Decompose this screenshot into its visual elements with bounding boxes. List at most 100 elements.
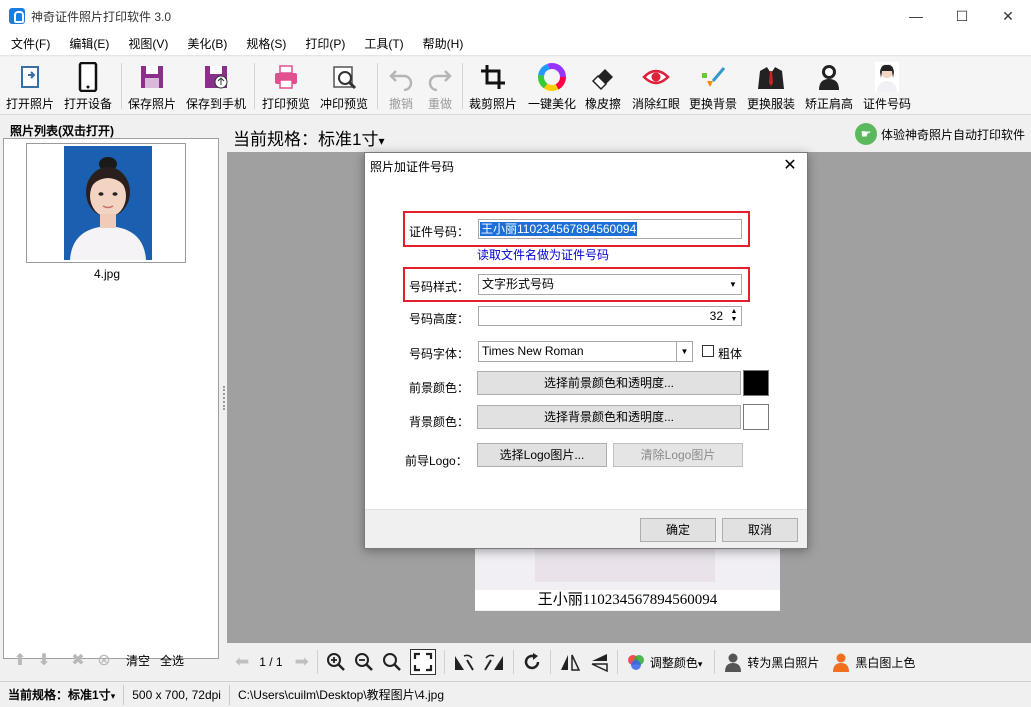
caret-down-icon: ▾ — [697, 658, 703, 669]
colorize-button[interactable]: 黑白图上色 — [855, 654, 915, 671]
caret-down-icon: ▾ — [110, 690, 116, 701]
menu-help[interactable]: 帮助(H) — [412, 35, 472, 52]
fix-shoulder-button[interactable]: 矫正肩高 — [805, 57, 853, 115]
develop-preview-icon — [329, 62, 359, 92]
ok-button[interactable]: 确定 — [640, 518, 716, 542]
number-height-spinner[interactable]: 32 ▲ ▼ — [478, 306, 742, 326]
to-bw-button[interactable]: 转为黑白照片 — [747, 654, 819, 671]
redo-button[interactable]: 重做 — [425, 57, 455, 115]
menu-tools[interactable]: 工具(T) — [353, 35, 411, 52]
thumbnail-image — [64, 146, 152, 260]
rotate-right-icon[interactable] — [483, 650, 505, 674]
save-to-phone-button[interactable]: 保存到手机 — [186, 57, 246, 115]
status-image-size: 500 x 700, 72dpi — [124, 684, 230, 705]
flip-horizontal-icon[interactable] — [559, 650, 581, 674]
background-color-swatch[interactable] — [743, 404, 769, 430]
photo-thumbnail[interactable] — [26, 143, 186, 263]
promo-link[interactable]: ☛ 体验神奇照片自动打印软件 — [854, 123, 1025, 145]
maximize-button[interactable]: ☐ — [939, 0, 985, 32]
minimize-button[interactable]: — — [893, 0, 939, 32]
zoom-out-icon[interactable] — [354, 650, 374, 674]
number-height-label: 号码高度： — [409, 312, 470, 326]
bold-label: 粗体 — [718, 347, 743, 361]
clear-button[interactable]: 清空 — [126, 652, 150, 669]
crop-button[interactable]: 裁剪照片 — [469, 57, 517, 115]
undo-button[interactable]: 撤销 — [386, 57, 416, 115]
read-filename-link[interactable]: 读取文件名做为证件号码 — [477, 246, 609, 263]
menu-beautify[interactable]: 美化(B) — [176, 35, 235, 52]
dialog-close-icon[interactable]: ✕ — [779, 155, 801, 177]
beautify-button[interactable]: 一键美化 — [528, 57, 576, 115]
menu-print[interactable]: 打印(P) — [294, 35, 353, 52]
eraser-button[interactable]: 橡皮擦 — [585, 57, 621, 115]
status-spec[interactable]: 当前规格：标准1寸▾ — [0, 684, 125, 705]
remove-icon[interactable]: ✖ — [68, 650, 88, 670]
id-number-input[interactable]: 王小丽110234567894560094 — [478, 219, 742, 239]
open-device-button[interactable]: 打开设备 — [64, 57, 112, 115]
next-page-icon[interactable]: ➡ — [295, 650, 309, 674]
zoom-actual-icon[interactable] — [382, 650, 402, 674]
dialog-title: 照片加证件号码 — [370, 160, 455, 174]
move-down-icon[interactable]: ⬇ — [34, 650, 54, 670]
menu-view[interactable]: 视图(V) — [117, 35, 176, 52]
select-logo-button[interactable]: 选择Logo图片... — [477, 443, 607, 467]
print-preview-button[interactable]: 打印预览 — [262, 57, 310, 115]
number-style-select[interactable]: 文字形式号码 ▼ — [478, 274, 742, 295]
zoom-in-icon[interactable] — [326, 650, 346, 674]
photo-list[interactable]: 4.jpg — [3, 138, 219, 659]
toolbar-separator — [377, 63, 378, 109]
toolbar-separator — [462, 63, 463, 109]
close-window-button[interactable]: ✕ — [985, 0, 1031, 32]
photo-filename: 4.jpg — [93, 267, 121, 281]
menu-bar: 文件(F) 编辑(E) 视图(V) 美化(B) 规格(S) 打印(P) 工具(T… — [0, 32, 1031, 56]
delete-icon[interactable]: ⊗ — [94, 650, 114, 670]
id-number-button[interactable]: 证件号码 — [863, 57, 911, 115]
rotate-left-icon[interactable] — [453, 650, 475, 674]
bold-checkbox[interactable] — [702, 345, 714, 357]
bw-person-icon[interactable] — [723, 650, 743, 674]
menu-edit[interactable]: 编辑(E) — [58, 35, 117, 52]
window-title: 神奇证件照片打印软件 3.0 — [31, 9, 172, 24]
window-controls: — ☐ ✕ — [893, 0, 1031, 32]
phone-icon — [73, 62, 103, 92]
number-style-label: 号码样式： — [409, 280, 470, 294]
current-spec-dropdown[interactable]: 当前规格：标准1寸▾ — [233, 125, 385, 150]
toolbar-separator — [316, 650, 318, 674]
change-clothes-button[interactable]: 更换服装 — [747, 57, 795, 115]
clear-logo-button[interactable]: 清除Logo图片 — [613, 443, 743, 467]
foreground-color-swatch[interactable] — [743, 370, 769, 396]
save-to-phone-icon — [201, 62, 231, 92]
change-background-button[interactable]: 更换背景 — [689, 57, 737, 115]
toolbar-separator — [121, 63, 122, 109]
eye-icon — [641, 62, 671, 92]
background-color-label: 背景颜色： — [409, 415, 470, 429]
save-icon — [137, 62, 167, 92]
save-photo-button[interactable]: 保存照片 — [128, 57, 176, 115]
select-all-button[interactable]: 全选 — [160, 652, 184, 669]
menu-spec[interactable]: 规格(S) — [235, 35, 294, 52]
colorize-person-icon[interactable] — [831, 650, 851, 674]
develop-preview-button[interactable]: 冲印预览 — [320, 57, 368, 115]
move-up-icon[interactable]: ⬆ — [10, 650, 30, 670]
adjust-color-button[interactable]: 调整颜色▾ — [650, 654, 703, 671]
id-number-value: 王小丽110234567894560094 — [480, 222, 638, 236]
title-bar: 神奇证件照片打印软件 3.0 — ☐ ✕ — [0, 0, 1031, 32]
status-file-path: C:\Users\cuilm\Desktop\教程图片\4.jpg — [237, 687, 445, 702]
dropdown-arrow-icon: ▼ — [729, 280, 737, 289]
spin-arrows-icon[interactable]: ▲ ▼ — [729, 308, 739, 324]
fit-window-icon[interactable] — [409, 649, 436, 675]
select-background-button[interactable]: 选择背景颜色和透明度... — [477, 405, 741, 429]
menu-file[interactable]: 文件(F) — [0, 35, 58, 52]
number-font-select[interactable]: Times New Roman ▼ — [478, 341, 693, 362]
refresh-icon[interactable] — [522, 650, 542, 674]
caret-down-icon: ▾ — [378, 134, 385, 148]
suit-icon — [756, 62, 786, 92]
prev-page-icon[interactable]: ⬅ — [235, 650, 249, 674]
flip-vertical-icon[interactable] — [589, 650, 609, 674]
cancel-button[interactable]: 取消 — [722, 518, 798, 542]
red-eye-button[interactable]: 消除红眼 — [632, 57, 680, 115]
select-foreground-button[interactable]: 选择前景颜色和透明度... — [477, 371, 741, 395]
adjust-color-icon[interactable] — [626, 650, 646, 674]
page-indicator: 1 / 1 — [259, 655, 283, 669]
open-photo-button[interactable]: 打开照片 — [6, 57, 54, 115]
